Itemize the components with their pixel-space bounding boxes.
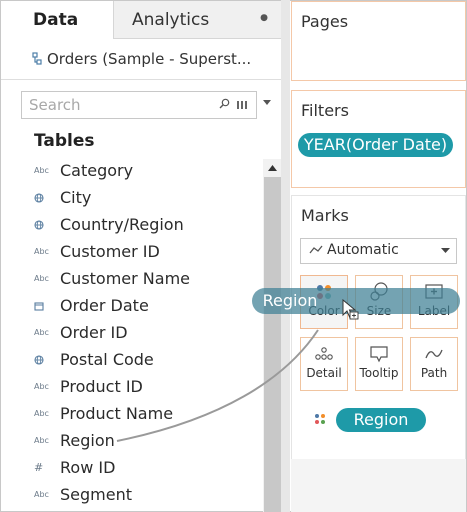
field-name: Segment	[60, 485, 132, 504]
color-encoding-icon	[315, 414, 325, 424]
field-item[interactable]: Order Date	[1, 293, 263, 320]
field-item[interactable]: Abc Segment	[1, 482, 263, 509]
number-type-icon: #	[34, 461, 44, 474]
string-type-icon: Abc	[34, 436, 49, 445]
scroll-thumb[interactable]	[264, 177, 281, 512]
pane-divider[interactable]	[281, 0, 290, 512]
search-input[interactable]: Search	[21, 91, 257, 119]
datasource-icon	[32, 52, 42, 65]
pane-tabs: Data Analytics ●	[1, 1, 282, 39]
field-name: Country/Region	[60, 215, 184, 234]
scroll-up-icon[interactable]	[263, 161, 282, 175]
canvas-area	[291, 459, 466, 512]
detail-label: Detail	[306, 366, 342, 380]
string-type-icon: Abc	[34, 328, 49, 337]
pages-title: Pages	[301, 12, 349, 31]
search-placeholder: Search	[29, 96, 81, 114]
filter-pill[interactable]: YEAR(Order Date)	[298, 133, 453, 157]
field-item[interactable]: Abc Product Name	[1, 401, 263, 428]
path-label: Path	[420, 366, 448, 380]
chevron-down-icon	[441, 248, 450, 253]
calendar-icon	[34, 299, 50, 313]
field-item[interactable]: Country/Region	[1, 212, 263, 239]
tab-data-label: Data	[33, 10, 79, 30]
automatic-mark-icon	[309, 245, 323, 254]
field-item[interactable]: Postal Code	[1, 347, 263, 374]
field-item[interactable]: City	[1, 185, 263, 212]
datasource-row[interactable]: Orders (Sample - Superst...	[1, 41, 281, 77]
field-item[interactable]: Abc Region	[1, 428, 263, 455]
string-type-icon: Abc	[34, 166, 49, 175]
detail-button[interactable]: Detail	[300, 337, 348, 391]
tooltip-icon	[370, 346, 388, 363]
field-name: Postal Code	[60, 350, 154, 369]
tab-menu-icon[interactable]: ●	[260, 13, 268, 23]
field-name: Customer ID	[60, 242, 160, 261]
drag-cursor-icon	[342, 299, 359, 320]
string-type-icon: Abc	[34, 382, 49, 391]
divider	[1, 79, 281, 80]
mark-type-dropdown[interactable]: Automatic	[300, 238, 457, 264]
field-name: Customer Name	[60, 269, 191, 288]
field-list: Abc Category City Country/Region Abc Customer…	[1, 158, 263, 511]
search-icon[interactable]	[219, 98, 230, 109]
tables-heading: Tables	[34, 131, 95, 151]
field-name: Product ID	[60, 377, 143, 396]
globe-icon	[34, 353, 50, 367]
filters-card[interactable]: Filters YEAR(Order Date)	[291, 90, 466, 188]
field-name: Row ID	[60, 458, 116, 477]
field-name: Order Date	[60, 296, 149, 315]
tab-data[interactable]: Data	[1, 1, 113, 39]
chevron-down-icon[interactable]	[263, 100, 271, 106]
mark-type-value: Automatic	[327, 242, 399, 258]
string-type-icon: Abc	[34, 247, 49, 256]
field-name: Category	[60, 161, 134, 180]
filters-title: Filters	[301, 101, 349, 120]
detail-icon	[315, 347, 333, 360]
tooltip-label: Tooltip	[359, 366, 399, 380]
data-pane: Data Analytics ● Orders (Sample - Supers…	[1, 1, 282, 512]
field-item[interactable]: Abc Product ID	[1, 374, 263, 401]
globe-icon	[34, 191, 50, 205]
tab-analytics[interactable]: Analytics ●	[113, 1, 282, 39]
tab-analytics-label: Analytics	[132, 10, 210, 30]
field-item[interactable]: # Row ID	[1, 455, 263, 482]
dragged-pill-label: Region	[262, 291, 318, 310]
field-item[interactable]: Abc Customer Name	[1, 266, 263, 293]
pages-card[interactable]: Pages	[291, 1, 466, 81]
view-toggle-icon[interactable]	[236, 99, 248, 111]
field-item[interactable]: Abc Category	[1, 158, 263, 185]
field-item[interactable]: Abc Order ID	[1, 320, 263, 347]
region-pill[interactable]: Region	[336, 408, 426, 432]
field-item[interactable]: Abc Customer ID	[1, 239, 263, 266]
field-name: Product Name	[60, 404, 174, 423]
string-type-icon: Abc	[34, 274, 49, 283]
datasource-name: Orders (Sample - Superst...	[47, 50, 252, 68]
field-name: Region	[60, 431, 115, 450]
field-name: Order ID	[60, 323, 128, 342]
marks-title: Marks	[301, 206, 349, 225]
path-button[interactable]: Path	[410, 337, 458, 391]
string-type-icon: Abc	[34, 490, 49, 499]
tooltip-button[interactable]: Tooltip	[355, 337, 403, 391]
field-name: City	[60, 188, 92, 207]
path-icon	[425, 349, 443, 359]
globe-icon	[34, 218, 50, 232]
scrollbar[interactable]	[263, 159, 282, 512]
string-type-icon: Abc	[34, 409, 49, 418]
marks-card: Marks Automatic Color Size Labe	[291, 195, 466, 461]
